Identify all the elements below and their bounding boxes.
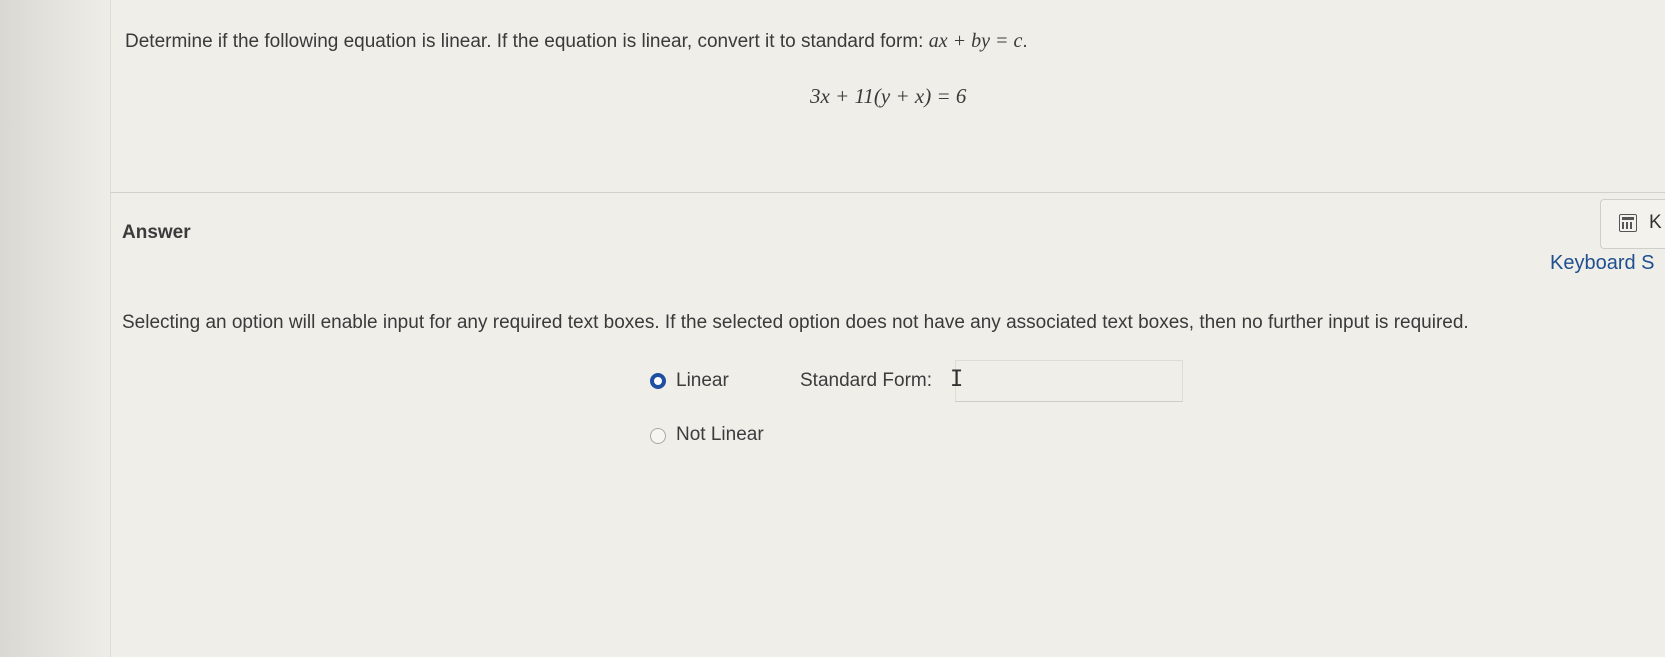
answer-instructions: Selecting an option will enable input fo… <box>122 312 1469 333</box>
calculator-icon <box>1619 214 1637 232</box>
calculator-button[interactable]: K <box>1600 199 1665 249</box>
option-label-not-linear[interactable]: Not Linear <box>676 424 764 446</box>
standard-form-input[interactable] <box>955 360 1183 402</box>
prompt-text: Determine if the following equation is l… <box>125 31 929 52</box>
option-label-linear[interactable]: Linear <box>676 370 729 392</box>
left-gutter <box>0 0 111 657</box>
section-divider <box>110 192 1665 193</box>
keyboard-shortcuts-link[interactable]: Keyboard S <box>1550 252 1655 275</box>
prompt-end: . <box>1022 31 1028 52</box>
text-cursor-icon: I <box>950 367 964 392</box>
radio-linear[interactable] <box>650 373 666 389</box>
question-prompt: Determine if the following equation is l… <box>125 30 1028 53</box>
standard-form-math: ax + by = c <box>928 30 1023 52</box>
calculator-button-label: K <box>1649 212 1662 233</box>
answer-heading: Answer <box>122 222 191 243</box>
given-equation: 3x + 11(y + x) = 6 <box>810 84 967 108</box>
radio-not-linear[interactable] <box>650 428 666 444</box>
standard-form-label: Standard Form: <box>800 370 932 391</box>
